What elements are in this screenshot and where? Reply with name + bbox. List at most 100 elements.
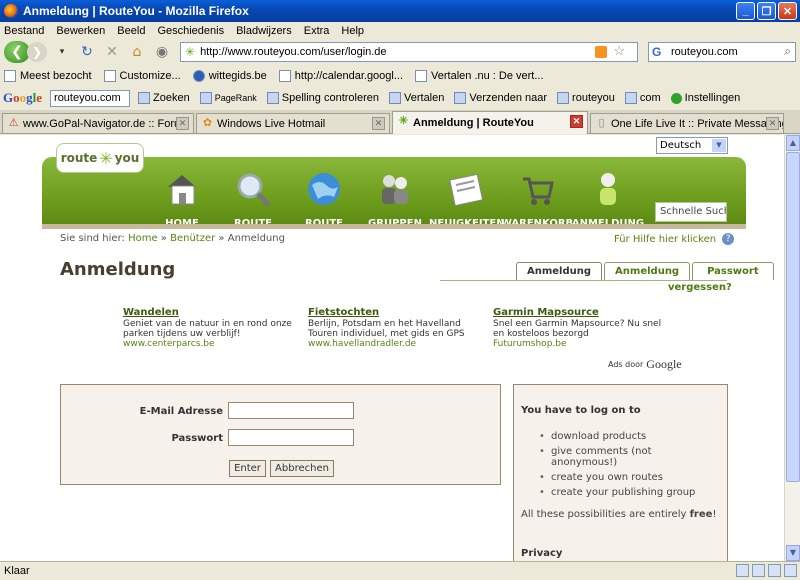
tab-close-icon[interactable]: ✕ bbox=[372, 117, 385, 130]
menu-bestand[interactable]: Bestand bbox=[4, 25, 44, 37]
status-icons bbox=[736, 564, 797, 577]
settings-button[interactable]: Instellingen bbox=[670, 92, 740, 104]
ad-fietstochten[interactable]: Fietstochten Berlijn, Potsdam en het Hav… bbox=[308, 308, 483, 350]
url-text: http://www.routeyou.com/user/login.de bbox=[200, 46, 387, 58]
send-to-button[interactable]: Verzenden naar bbox=[454, 92, 547, 104]
page-icon bbox=[103, 70, 116, 82]
tab-routeyou[interactable]: ✳ Anmeldung | RouteYou ✕ bbox=[392, 111, 588, 134]
forward-button[interactable]: ❯ bbox=[27, 42, 47, 62]
history-dropdown-icon[interactable]: ▾ bbox=[52, 42, 72, 62]
site-nav-bar: HOME ROUTE SUCHEN ROUTE ERSTELLEN GRUPPE… bbox=[42, 157, 746, 240]
vertical-scrollbar[interactable]: ▲ ▼ bbox=[784, 135, 800, 561]
reload-icon[interactable]: ↻ bbox=[77, 42, 97, 62]
spellcheck-button[interactable]: Spelling controleren bbox=[266, 92, 379, 104]
header-divider bbox=[42, 224, 746, 229]
person-icon bbox=[600, 173, 616, 205]
window-titlebar: Anmeldung | RouteYou - Mozilla Firefox _… bbox=[0, 0, 800, 22]
list-item: give comments (not anonymous!) bbox=[539, 446, 720, 468]
tab-hotmail[interactable]: ✿ Windows Live Hotmail ✕ bbox=[196, 113, 390, 133]
refresh-icon[interactable] bbox=[768, 564, 781, 577]
menu-bar: Bestand Bewerken Beeld Geschiedenis Blad… bbox=[0, 22, 800, 39]
menu-help[interactable]: Help bbox=[341, 25, 364, 37]
password-field[interactable] bbox=[228, 429, 354, 446]
tab-gopal[interactable]: ⚠ www.GoPal-Navigator.de :: Forum anz...… bbox=[2, 113, 194, 133]
tab-close-icon[interactable]: ✕ bbox=[766, 117, 779, 130]
globe-icon bbox=[308, 173, 340, 205]
menu-bewerken[interactable]: Bewerken bbox=[56, 25, 105, 37]
menu-bladwijzers[interactable]: Bladwijzers bbox=[236, 25, 292, 37]
bookmarks-toolbar: Meest bezocht Customize... wittegids.be … bbox=[0, 66, 800, 86]
tab-register[interactable]: Anmeldung bbox=[604, 262, 691, 280]
url-bar[interactable]: ✳ http://www.routeyou.com/user/login.de … bbox=[180, 42, 638, 62]
rss-icon[interactable] bbox=[595, 46, 607, 58]
page-title: Anmeldung bbox=[60, 259, 176, 280]
google-search-engine-icon[interactable]: G bbox=[652, 45, 661, 59]
bookmark-star-icon[interactable]: ☆ bbox=[613, 43, 625, 59]
tab-forgot-password[interactable]: Passwort bbox=[692, 262, 774, 280]
menu-geschiedenis[interactable]: Geschiedenis bbox=[157, 25, 224, 37]
book-icon bbox=[415, 70, 428, 82]
bookmark-customize[interactable]: Customize... bbox=[103, 70, 181, 82]
bookmark-vertalen[interactable]: Vertalen .nu : De vert... bbox=[415, 70, 544, 82]
home-icon[interactable]: ⌂ bbox=[127, 42, 147, 62]
info-list: download products give comments (not ano… bbox=[539, 431, 720, 498]
quick-search-input[interactable]: Schnelle Suche bbox=[655, 202, 727, 222]
bookmark-most-visited[interactable]: Meest bezocht bbox=[4, 70, 92, 82]
translate-button[interactable]: Vertalen bbox=[389, 92, 444, 104]
close-button[interactable]: ✕ bbox=[778, 2, 797, 20]
scroll-down-icon[interactable]: ▼ bbox=[786, 545, 800, 561]
send-icon bbox=[454, 92, 467, 104]
menu-beeld[interactable]: Beeld bbox=[117, 25, 145, 37]
scroll-thumb[interactable] bbox=[786, 152, 800, 482]
navigation-toolbar: ❮ ❯ ▾ ↻ ✕ ⌂ ◉ ✳ http://www.routeyou.com/… bbox=[0, 39, 800, 65]
pagerank-button[interactable]: PageRank bbox=[199, 92, 257, 104]
routeyou-logo[interactable]: route ✳ you bbox=[56, 143, 144, 173]
tab-login-active[interactable]: Anmeldung bbox=[516, 262, 603, 280]
tab-onelife[interactable]: ▯ One Life Live It :: Private Messaging … bbox=[590, 113, 784, 133]
google-toolbar-search-input[interactable]: routeyou.com bbox=[50, 89, 131, 107]
menu-extra[interactable]: Extra bbox=[304, 25, 330, 37]
breadcrumb-users[interactable]: Benützer bbox=[170, 233, 215, 244]
addon-icon[interactable] bbox=[752, 564, 765, 577]
google-search-button[interactable]: Zoeken bbox=[138, 92, 190, 104]
enter-button[interactable]: Enter bbox=[229, 460, 266, 477]
maximize-button[interactable]: ❐ bbox=[757, 2, 776, 20]
google-logo[interactable]: Google bbox=[3, 90, 42, 106]
settings-icon bbox=[670, 92, 682, 104]
tab-close-icon[interactable]: ✕ bbox=[176, 117, 189, 130]
search-icon[interactable]: ⌕ bbox=[784, 44, 791, 59]
email-field[interactable] bbox=[228, 402, 354, 419]
ads-by-google[interactable]: Ads door Google bbox=[608, 357, 682, 372]
list-item: create your publishing group bbox=[539, 487, 720, 498]
info-free-note: All these possibilities are entirely fre… bbox=[521, 509, 717, 520]
search-box[interactable]: G routeyou.com ⌕ bbox=[648, 42, 796, 62]
language-select[interactable]: Deutsch ▼ bbox=[656, 137, 728, 154]
page-icon: ▯ bbox=[598, 117, 605, 129]
breadcrumb-home[interactable]: Home bbox=[128, 233, 158, 244]
cancel-button[interactable]: Abbrechen bbox=[270, 460, 334, 477]
com-button[interactable]: com bbox=[624, 92, 661, 104]
tab-close-icon[interactable]: ✕ bbox=[570, 115, 583, 128]
stop-icon[interactable]: ✕ bbox=[102, 42, 122, 62]
privacy-heading[interactable]: Privacy bbox=[521, 548, 720, 559]
shopping-cart-icon bbox=[523, 177, 554, 205]
search-icon[interactable] bbox=[784, 564, 797, 577]
page-icon bbox=[278, 70, 291, 82]
scroll-up-icon[interactable]: ▲ bbox=[786, 135, 800, 151]
search-icon bbox=[138, 92, 151, 104]
ad-garmin[interactable]: Garmin Mapsource Snel een Garmin Mapsour… bbox=[493, 308, 668, 350]
forgot-password-link[interactable]: vergessen? bbox=[668, 282, 732, 293]
list-item: download products bbox=[539, 431, 720, 442]
routeyou-button[interactable]: routeyou bbox=[557, 92, 615, 104]
search-icon bbox=[624, 92, 637, 104]
help-link[interactable]: Für Hilfe hier klicken ? bbox=[614, 233, 735, 245]
bookmark-calendar[interactable]: http://calendar.googl... bbox=[278, 70, 403, 82]
msn-icon: ✿ bbox=[202, 117, 213, 129]
routeyou-icon: ✳ bbox=[398, 115, 409, 127]
info-heading: You have to log on to bbox=[521, 405, 641, 416]
pen-icon[interactable] bbox=[736, 564, 749, 577]
ad-wandelen[interactable]: Wandelen Geniet van de natuur in en rond… bbox=[123, 308, 298, 350]
addon-icon[interactable]: ◉ bbox=[152, 42, 172, 62]
minimize-button[interactable]: _ bbox=[736, 2, 755, 20]
bookmark-wittegids[interactable]: wittegids.be bbox=[192, 70, 267, 82]
